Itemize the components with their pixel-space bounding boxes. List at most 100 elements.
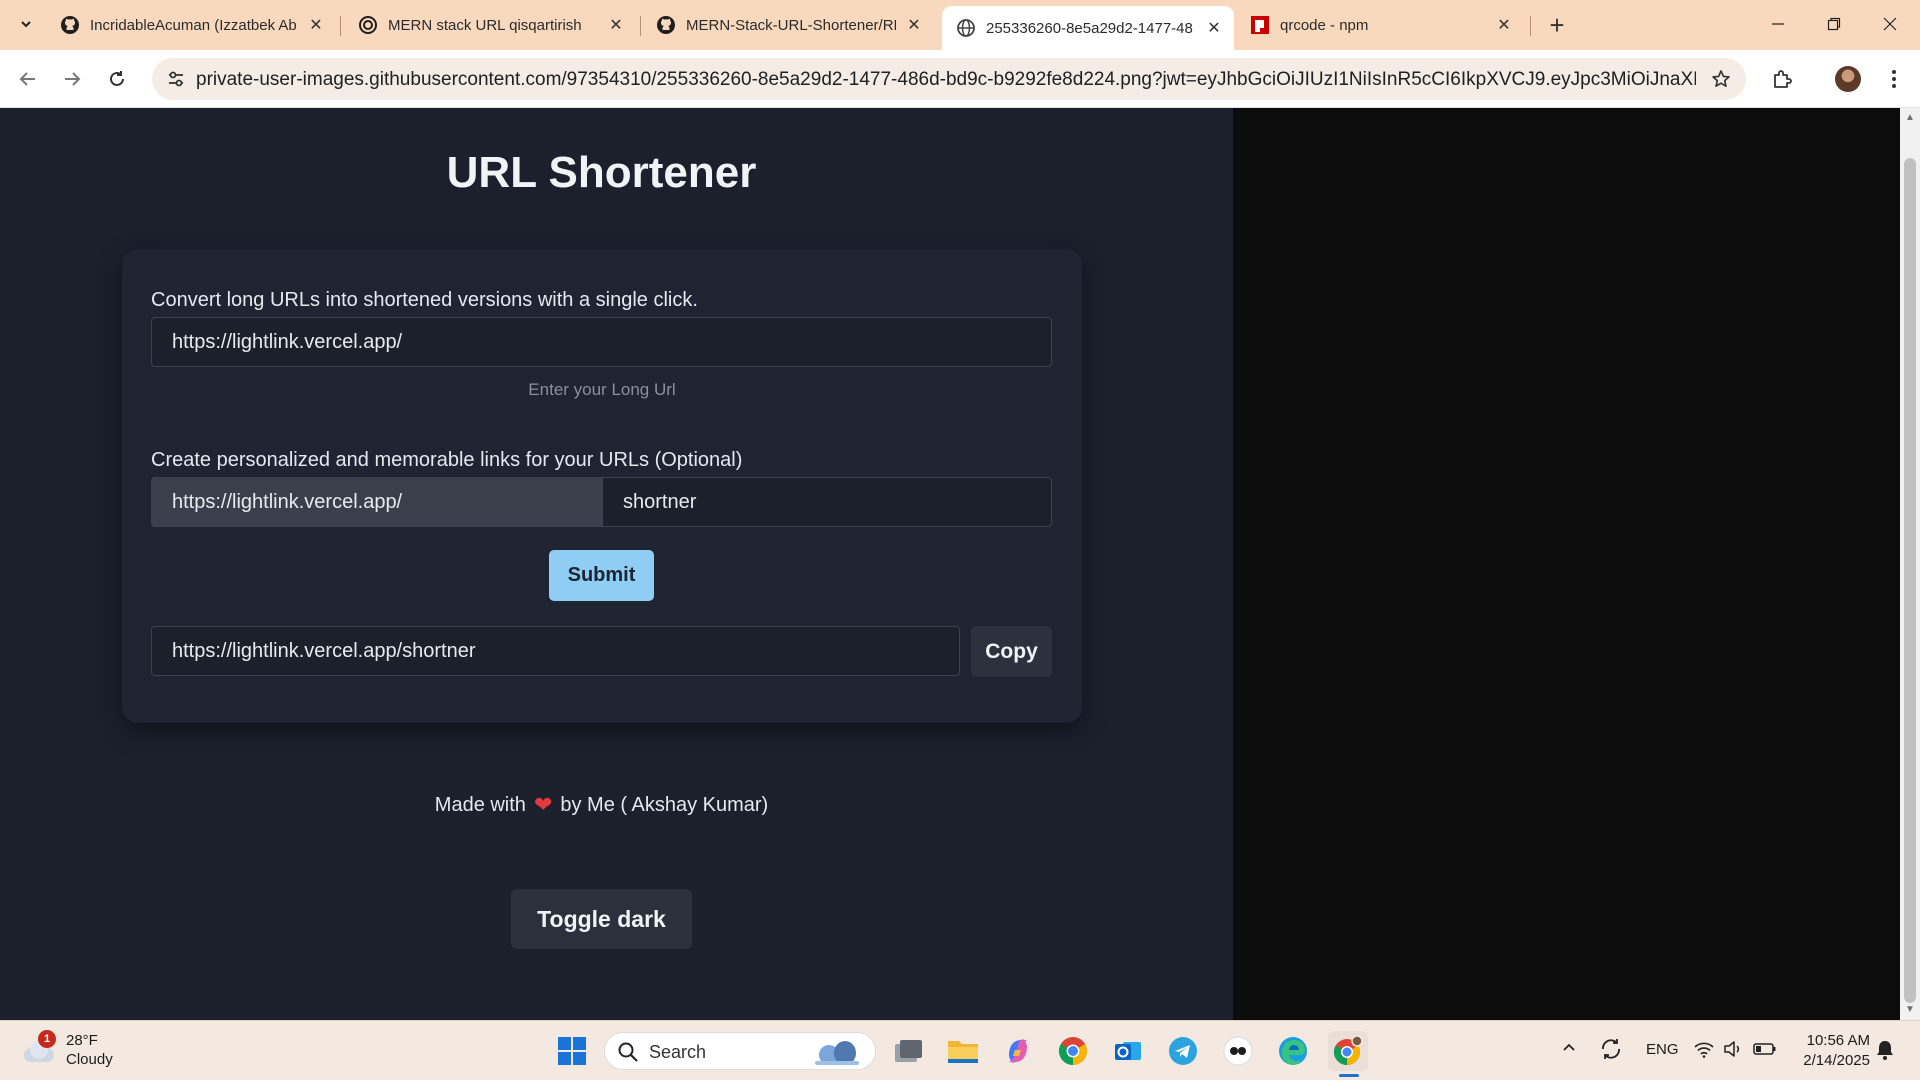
edge-icon: [1279, 1037, 1307, 1065]
taskbar-search[interactable]: Search: [604, 1032, 876, 1070]
minimize-icon: [1772, 23, 1784, 25]
weather-widget[interactable]: 1 28°F Cloudy: [22, 1030, 113, 1069]
close-window-button[interactable]: [1862, 0, 1918, 48]
tune-icon: [169, 71, 183, 87]
close-icon[interactable]: ✕: [1204, 18, 1224, 38]
browser-toolbar: private-user-images.githubusercontent.co…: [0, 50, 1920, 108]
heart-icon: ❤: [533, 792, 553, 817]
browser-menu-button[interactable]: [1878, 63, 1910, 95]
close-icon[interactable]: ✕: [904, 15, 924, 35]
tab-separator: [640, 16, 641, 36]
sync-icon: [1602, 1039, 1620, 1059]
short-url-output[interactable]: https://lightlink.vercel.app/shortner: [151, 626, 960, 676]
tab-github-readme[interactable]: MERN-Stack-URL-Shortener/RE ✕: [642, 8, 934, 42]
tab-search-button[interactable]: [10, 8, 42, 40]
copy-button[interactable]: Copy: [971, 626, 1052, 677]
outlook-icon: [1115, 1042, 1141, 1060]
convert-label: Convert long URLs into shortened version…: [151, 289, 698, 311]
minimize-button[interactable]: [1750, 0, 1806, 48]
bookmark-button[interactable]: [1708, 66, 1734, 92]
openai-icon: [358, 15, 378, 35]
back-button[interactable]: [12, 63, 44, 95]
custom-link-label: Create personalized and memorable links …: [151, 449, 743, 471]
task-view-button[interactable]: [888, 1031, 928, 1071]
custom-link-prefix: https://lightlink.vercel.app/: [151, 477, 602, 527]
weather-condition: Cloudy: [66, 1051, 113, 1068]
chrome-button[interactable]: [1053, 1031, 1093, 1071]
url-text[interactable]: private-user-images.githubusercontent.co…: [196, 69, 1696, 91]
show-hidden-icons-button[interactable]: [1561, 1039, 1577, 1059]
avatar: [1835, 66, 1861, 92]
weather-temp: 28°F: [66, 1032, 98, 1049]
tab-npm[interactable]: qrcode - npm ✕: [1236, 8, 1524, 42]
wifi-icon: [1694, 1042, 1714, 1058]
star-icon: [1712, 70, 1730, 87]
tab-title: IncridableAcuman (Izzatbek Ab: [90, 16, 297, 34]
toggle-dark-button[interactable]: Toggle dark: [511, 889, 692, 949]
battery-button[interactable]: [1753, 1041, 1777, 1061]
edge-button[interactable]: [1273, 1031, 1313, 1071]
volume-button[interactable]: [1723, 1040, 1743, 1062]
long-url-input[interactable]: https://lightlink.vercel.app/: [151, 317, 1052, 367]
close-icon[interactable]: ✕: [606, 15, 626, 35]
volume-icon: [1724, 1041, 1740, 1057]
start-button[interactable]: [552, 1031, 592, 1071]
address-bar[interactable]: private-user-images.githubusercontent.co…: [152, 58, 1746, 100]
bell-icon: [1877, 1041, 1893, 1060]
clock-date: 2/14/2025: [1803, 1052, 1870, 1069]
file-explorer-button[interactable]: [943, 1031, 983, 1071]
more-vertical-icon: [1892, 70, 1896, 88]
forward-button[interactable]: [56, 63, 88, 95]
start-icon: [558, 1037, 586, 1065]
submit-button[interactable]: Submit: [549, 550, 654, 601]
npm-icon: [1250, 15, 1270, 35]
system-clock[interactable]: 10:56 AM 2/14/2025: [1792, 1031, 1870, 1071]
task-view-icon: [895, 1040, 922, 1062]
footer-text-after: by Me ( Akshay Kumar): [560, 793, 769, 816]
wifi-button[interactable]: [1694, 1040, 1714, 1062]
telegram-button[interactable]: [1163, 1031, 1203, 1071]
scrollbar-thumb[interactable]: [1904, 158, 1916, 1003]
telegram-icon: [1169, 1037, 1197, 1065]
close-icon[interactable]: ✕: [1494, 15, 1514, 35]
file-explorer-icon: [948, 1041, 978, 1063]
tab-github-profile[interactable]: IncridableAcuman (Izzatbek Ab ✕: [46, 8, 336, 42]
tab-chatgpt[interactable]: MERN stack URL qisqartirish ✕: [344, 8, 636, 42]
copilot-button[interactable]: [998, 1031, 1038, 1071]
custom-alias-input[interactable]: shortner: [602, 477, 1052, 527]
chrome-active-button[interactable]: [1328, 1031, 1368, 1071]
running-indicator: [1339, 1074, 1359, 1077]
profile-button[interactable]: [1832, 63, 1864, 95]
github-icon: [60, 15, 80, 35]
search-placeholder: Search: [649, 1042, 707, 1062]
chevron-down-icon: [21, 21, 31, 28]
scroll-up-icon[interactable]: ▲: [1904, 112, 1916, 124]
outlook-button[interactable]: [1108, 1031, 1148, 1071]
tab-image-active[interactable]: 255336260-8e5a29d2-1477-48 ✕: [942, 6, 1234, 50]
scroll-down-icon[interactable]: ▼: [1904, 1004, 1916, 1016]
restore-icon: [1827, 17, 1841, 31]
copilot-icon: [1009, 1039, 1027, 1063]
reload-icon: [110, 71, 124, 86]
language-indicator[interactable]: ENG: [1646, 1041, 1679, 1058]
search-highlight-icon: [815, 1041, 859, 1065]
chrome-icon: [1059, 1037, 1087, 1065]
chevron-up-icon: [1563, 1043, 1575, 1051]
chrome-profile-icon: [1333, 1035, 1363, 1066]
shortener-card: Convert long URLs into shortened version…: [122, 249, 1082, 723]
taskbar: 1 28°F Cloudy Search ENG 10:56 AM 2/14/2…: [0, 1020, 1920, 1080]
tab-title: MERN-Stack-URL-Shortener/RE: [686, 16, 896, 34]
sync-tray-button[interactable]: [1599, 1037, 1623, 1065]
footer: Made with ❤ by Me ( Akshay Kumar): [0, 792, 1203, 818]
new-tab-button[interactable]: +: [1542, 10, 1572, 40]
extensions-button[interactable]: [1766, 63, 1798, 95]
site-info-button[interactable]: [162, 65, 190, 93]
close-window-icon: [1883, 17, 1897, 31]
search-icon: [618, 1042, 638, 1062]
reload-button[interactable]: [101, 63, 133, 95]
vertical-scrollbar[interactable]: ▲ ▼: [1900, 108, 1920, 1020]
close-icon[interactable]: ✕: [306, 15, 326, 35]
restore-button[interactable]: [1806, 0, 1862, 48]
media-player-button[interactable]: [1218, 1031, 1258, 1071]
notifications-button[interactable]: [1875, 1039, 1895, 1065]
